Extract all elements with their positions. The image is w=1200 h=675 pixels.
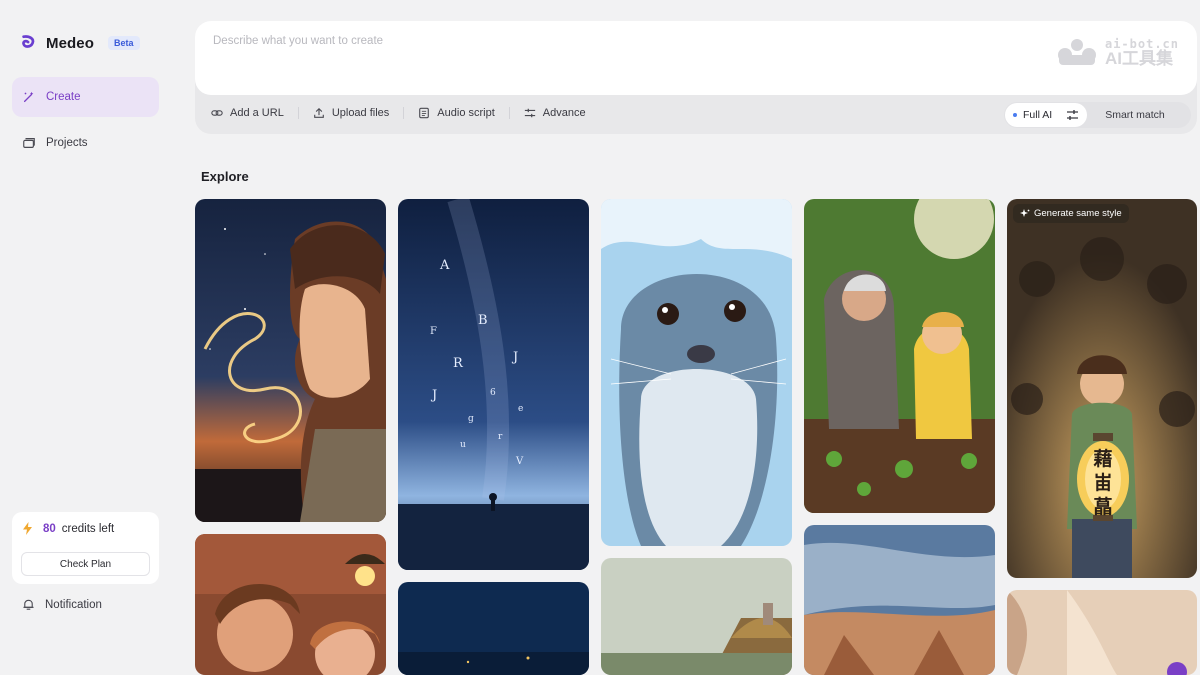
gallery-image — [1007, 590, 1197, 675]
gallery-image — [804, 199, 995, 513]
toolbar-divider — [508, 107, 510, 119]
sidebar: Medeo Beta Create Projects 80 credits le… — [0, 0, 170, 675]
prompt-box: ai-bot.cn AI工具集 — [195, 21, 1197, 95]
magic-wand-icon — [23, 91, 34, 103]
script-icon — [419, 107, 430, 119]
watermark: ai-bot.cn AI工具集 — [1055, 37, 1179, 67]
sidebar-item-label: Projects — [46, 137, 88, 149]
credits-card: 80 credits left Check Plan — [12, 512, 159, 584]
check-plan-button[interactable]: Check Plan — [21, 552, 150, 576]
svg-text:u: u — [460, 440, 466, 450]
generate-same-style-button[interactable]: Generate same style — [1013, 204, 1129, 223]
upload-icon — [313, 108, 324, 118]
settings-sliders-icon[interactable] — [1066, 109, 1079, 121]
sidebar-item-label: Create — [46, 91, 81, 103]
mode-toggle: Full AI Smart match — [1004, 102, 1191, 128]
svg-text:r: r — [498, 432, 503, 442]
svg-text:6: 6 — [490, 388, 496, 398]
gallery-card-cottage[interactable] — [601, 558, 792, 675]
gallery-image — [195, 199, 386, 522]
gallery-card-cartoon-couple[interactable] — [195, 534, 386, 675]
toolbar-divider — [297, 107, 299, 119]
sidebar-item-projects[interactable]: Projects — [12, 123, 159, 163]
svg-text:J: J — [511, 350, 518, 365]
upload-files-label: Upload files — [331, 107, 390, 119]
full-ai-label: Full AI — [1023, 109, 1053, 121]
lightning-icon — [23, 522, 32, 535]
link-icon — [211, 110, 223, 116]
lantern-text: 藉 峀 蕌 — [1089, 447, 1117, 519]
gallery-card-bedroom-curtains[interactable] — [1007, 590, 1197, 675]
notification-label: Notification — [45, 598, 102, 611]
gallery-image — [195, 534, 386, 675]
full-ai-option[interactable]: Full AI — [1005, 103, 1088, 127]
gallery-card-seal[interactable] — [601, 199, 792, 546]
watermark-url: ai-bot.cn — [1104, 36, 1179, 51]
lantern-glyph: 峀 — [1093, 472, 1113, 494]
smart-match-option[interactable]: Smart match — [1105, 109, 1165, 121]
notification-link[interactable]: Notification — [22, 598, 102, 611]
upload-files-button[interactable]: Upload files — [313, 107, 389, 119]
active-dot-icon — [1013, 113, 1017, 117]
sliders-icon — [524, 108, 535, 118]
svg-text:g: g — [468, 414, 474, 424]
lantern-glyph: 藉 — [1093, 448, 1113, 470]
gallery-image: A B F R J J 6 e g r Vu — [398, 199, 589, 570]
gallery-card-night-city[interactable] — [398, 582, 589, 675]
prompt-toolbar: Add a URL Upload files Audio script Adva… — [211, 107, 586, 119]
prompt-input[interactable] — [213, 35, 1013, 47]
audio-script-button[interactable]: Audio script — [418, 107, 495, 119]
gallery-image — [398, 582, 589, 675]
add-url-label: Add a URL — [230, 107, 284, 119]
prompt-panel: ai-bot.cn AI工具集 Add a URL Upload files — [195, 21, 1197, 134]
svg-text:F: F — [430, 326, 437, 337]
lantern-glyph: 蕌 — [1093, 496, 1113, 518]
audio-script-label: Audio script — [437, 107, 495, 119]
medeo-logo-icon — [22, 35, 35, 48]
gallery-card-anime-boy-music[interactable] — [195, 199, 386, 522]
add-url-button[interactable]: Add a URL — [211, 107, 284, 119]
advance-button[interactable]: Advance — [524, 107, 586, 119]
gallery-card-grandpa-garden[interactable] — [804, 199, 995, 513]
brand[interactable]: Medeo Beta — [20, 34, 140, 52]
credits-row: 80 credits left — [22, 522, 114, 535]
folder-stack-icon — [23, 138, 35, 148]
gallery-card-canyon[interactable] — [804, 525, 995, 675]
credits-label: credits left — [61, 522, 115, 535]
svg-text:R: R — [453, 356, 464, 371]
gallery-image — [1007, 199, 1197, 578]
svg-text:A: A — [439, 258, 450, 273]
svg-text:V: V — [515, 456, 524, 467]
explore-heading: Explore — [201, 169, 249, 184]
advance-label: Advance — [542, 107, 586, 119]
sparkle-icon — [1020, 208, 1030, 217]
gallery-card-letters-night-sky[interactable]: A B F R J J 6 e g r Vu — [398, 199, 589, 570]
watermark-logo-icon — [1057, 39, 1096, 65]
brand-name: Medeo — [46, 34, 95, 52]
watermark-title: AI工具集 — [1104, 48, 1173, 68]
gallery-image — [601, 558, 792, 675]
bell-icon — [23, 599, 34, 610]
svg-text:J: J — [430, 388, 437, 403]
beta-badge: Beta — [108, 36, 140, 50]
gallery-card-lantern-boy[interactable]: Generate same style 藉 峀 蕌 — [1007, 199, 1197, 578]
gallery-image — [601, 199, 792, 546]
sidebar-item-create[interactable]: Create — [12, 77, 159, 117]
credits-count: 80 — [43, 522, 56, 535]
svg-text:B: B — [478, 313, 488, 328]
generate-same-style-label: Generate same style — [1034, 208, 1122, 219]
svg-text:e: e — [518, 404, 523, 414]
gallery-image — [804, 525, 995, 675]
toolbar-divider — [403, 107, 405, 119]
